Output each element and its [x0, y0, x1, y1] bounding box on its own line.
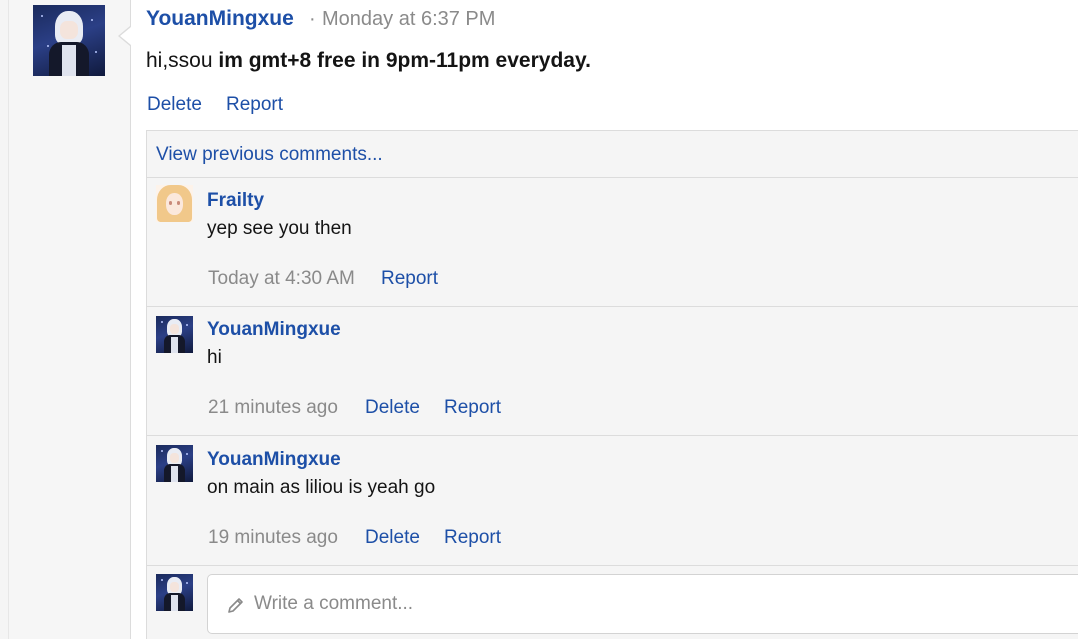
comment-author-link[interactable]: YouanMingxue	[207, 319, 341, 341]
post-timestamp[interactable]: Monday at 6:37 PM	[322, 8, 495, 31]
compose-avatar	[156, 574, 193, 611]
comment-author-link[interactable]: Frailty	[207, 190, 264, 212]
comment-timestamp[interactable]: 21 minutes ago	[208, 397, 338, 419]
comment-timestamp[interactable]: Today at 4:30 AM	[208, 268, 355, 290]
post-delete-link[interactable]: Delete	[147, 94, 202, 116]
comment-divider	[147, 306, 1078, 307]
pencil-icon	[228, 598, 243, 613]
post-separator: ·	[309, 8, 316, 30]
comment-avatar-frailty[interactable]	[156, 185, 193, 222]
comment-text: hi	[207, 347, 222, 368]
comment-avatar-youanmingxue[interactable]	[156, 316, 193, 353]
comments-section: View previous comments... Frailty yep se…	[146, 130, 1078, 639]
comment-placeholder: Write a comment...	[254, 593, 414, 614]
left-rail	[0, 0, 9, 639]
post-report-link[interactable]: Report	[226, 94, 283, 116]
comment-divider	[147, 435, 1078, 436]
post-body-bold: im gmt+8 free in 9pm-11pm everyday.	[218, 49, 591, 72]
avatar-column	[9, 0, 130, 639]
post-body: hi,ssou im gmt+8 free in 9pm-11pm everyd…	[146, 49, 591, 73]
comment-avatar-youanmingxue[interactable]	[156, 445, 193, 482]
comment-report-link[interactable]: Report	[444, 397, 501, 419]
comment-report-link[interactable]: Report	[444, 527, 501, 549]
comment-delete-link[interactable]: Delete	[365, 397, 420, 419]
comment-divider	[147, 177, 1078, 178]
profile-post-page: YouanMingxue · Monday at 6:37 PM hi,ssou…	[0, 0, 1078, 639]
comment-divider	[147, 565, 1078, 566]
comment-text: on main as liliou is yeah go	[207, 477, 436, 498]
comment-text: yep see you then	[207, 218, 352, 239]
post-author-link[interactable]: YouanMingxue	[146, 7, 294, 31]
bubble-arrow-inner	[120, 27, 131, 45]
post-body-plain: hi,ssou	[146, 49, 219, 72]
post-author-avatar[interactable]	[33, 5, 105, 76]
comment-timestamp[interactable]: 19 minutes ago	[208, 527, 338, 549]
comment-delete-link[interactable]: Delete	[365, 527, 420, 549]
comment-author-link[interactable]: YouanMingxue	[207, 449, 341, 471]
view-previous-comments-link[interactable]: View previous comments...	[156, 144, 383, 166]
comment-report-link[interactable]: Report	[381, 268, 438, 290]
comment-input[interactable]: Write a comment...	[207, 574, 1078, 634]
